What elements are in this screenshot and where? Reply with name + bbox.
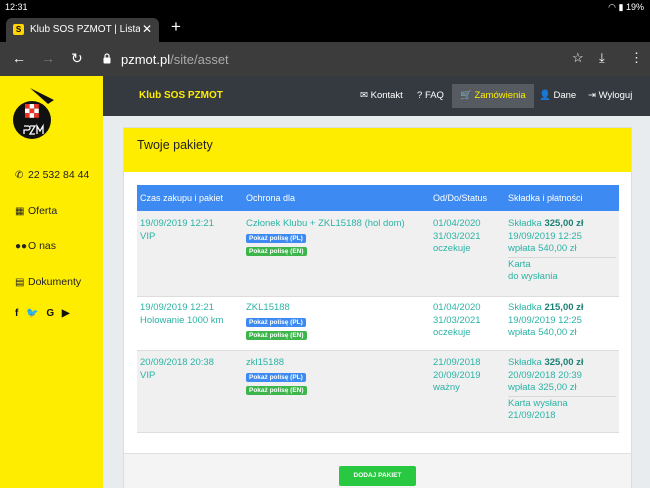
show-policy-pl-button[interactable]: Pokaż polisę (PL): [246, 233, 306, 243]
show-policy-pl-button[interactable]: Pokaż polisę (PL): [246, 317, 306, 327]
menu-kebab-icon[interactable]: ⋮: [630, 50, 643, 66]
bookmark-star-icon[interactable]: ☆: [572, 50, 584, 66]
new-tab-button[interactable]: +: [171, 17, 181, 37]
nav-wyloguj[interactable]: ⇥ Wyloguj: [588, 90, 632, 101]
nav-faq[interactable]: ? FAQ: [417, 90, 444, 101]
pzm-logo-icon: [13, 88, 54, 139]
tab-title: Klub SOS PZMOT | Lista: [30, 24, 140, 35]
sidebar-phone[interactable]: ✆ 22 532 84 44: [15, 169, 89, 181]
document-icon: ▤: [15, 277, 25, 288]
main-content: Twoje pakiety Czas zakupu i pakiet Ochro…: [103, 116, 650, 488]
col-status: Od/Do/Status: [433, 193, 488, 203]
battery-level: 19%: [625, 2, 644, 12]
show-policy-pl-button[interactable]: Pokaż polisę (PL): [246, 372, 306, 382]
user-icon: 👤: [539, 90, 554, 101]
site-favicon-icon: S: [13, 24, 24, 35]
table-row: 19/09/2019 12:21 VIP Członek Klubu + ZKL…: [137, 211, 619, 297]
clock: 12:31: [5, 2, 28, 12]
wifi-icon: ◠: [608, 2, 616, 12]
logout-icon: ⇥: [588, 90, 599, 101]
page-title: Twoje pakiety: [137, 138, 213, 152]
lock-icon: [103, 53, 111, 64]
nav-dane[interactable]: 👤 Dane: [539, 90, 576, 101]
download-icon[interactable]: ⤓: [599, 50, 605, 66]
device-status-bar: 12:31 ◠ ▮ 19%: [0, 0, 650, 16]
url-host: pzmot.pl: [121, 52, 171, 67]
help-icon: ?: [417, 90, 425, 101]
browser-toolbar: ← → ↻ pzmot.pl/site/asset ☆ ⤓ ⋮: [0, 42, 650, 76]
sidebar-item-o-nas[interactable]: ●●O nas: [15, 240, 56, 252]
back-arrow-icon[interactable]: ←: [12, 50, 26, 66]
card-footer: DODAJ PAKIET: [124, 453, 631, 488]
col-purchase: Czas zakupu i pakiet: [140, 193, 224, 203]
address-bar[interactable]: pzmot.pl/site/asset: [95, 47, 555, 71]
col-fees: Składka i płatności: [508, 193, 583, 203]
sidebar: ✆ 22 532 84 44 ▦ Oferta ●●O nas ▤ Dokumenty…: [0, 76, 103, 488]
google-icon[interactable]: G: [46, 308, 54, 319]
table-header: Czas zakupu i pakiet Ochrona dla Od/Do/S…: [137, 185, 619, 211]
nav-kontakt[interactable]: ✉ Kontakt: [360, 90, 403, 101]
sidebar-item-dokumenty[interactable]: ▤ Dokumenty: [15, 276, 81, 288]
brand-link[interactable]: Klub SOS PZMOT: [139, 90, 223, 101]
building-icon: ▦: [15, 206, 25, 217]
table-row: 19/09/2019 12:21 Holowanie 1000 km ZKL15…: [137, 297, 619, 351]
show-policy-en-button[interactable]: Pokaż polisę (EN): [246, 386, 307, 395]
close-tab-icon[interactable]: ✕: [142, 22, 152, 36]
social-links: f 🐦 G ▶: [15, 308, 75, 319]
add-package-button[interactable]: DODAJ PAKIET: [339, 466, 416, 486]
packages-card: Twoje pakiety Czas zakupu i pakiet Ochro…: [123, 127, 632, 488]
phone-icon: ✆: [15, 170, 24, 181]
envelope-icon: ✉: [360, 90, 371, 101]
show-policy-en-button[interactable]: Pokaż polisę (EN): [246, 331, 307, 340]
card-header: Twoje pakiety: [124, 128, 631, 172]
sidebar-item-oferta[interactable]: ▦ Oferta: [15, 205, 57, 217]
top-navbar: Klub SOS PZMOT ✉ Kontakt ? FAQ 🛒 Zamówie…: [103, 76, 650, 116]
browser-tab[interactable]: S Klub SOS PZMOT | Lista ✕: [6, 18, 159, 42]
youtube-icon[interactable]: ▶: [62, 308, 70, 319]
col-protection: Ochrona dla: [246, 193, 296, 203]
reload-icon[interactable]: ↻: [71, 50, 83, 67]
facebook-icon[interactable]: f: [15, 308, 18, 319]
browser-tab-strip: S Klub SOS PZMOT | Lista ✕ +: [0, 16, 650, 42]
nav-zamowienia[interactable]: 🛒 Zamówienia: [452, 84, 534, 108]
users-icon: ●●: [15, 241, 28, 252]
table-row: 20/09/2018 20:38 VIP zkl15188 Pokaż poli…: [137, 351, 619, 433]
twitter-icon[interactable]: 🐦: [26, 308, 38, 319]
show-policy-en-button[interactable]: Pokaż polisę (EN): [246, 247, 307, 256]
cart-icon: 🛒: [460, 90, 475, 101]
battery-icon: ▮: [618, 2, 624, 12]
forward-arrow-icon[interactable]: →: [41, 50, 55, 66]
url-path: /site/asset: [170, 52, 229, 67]
